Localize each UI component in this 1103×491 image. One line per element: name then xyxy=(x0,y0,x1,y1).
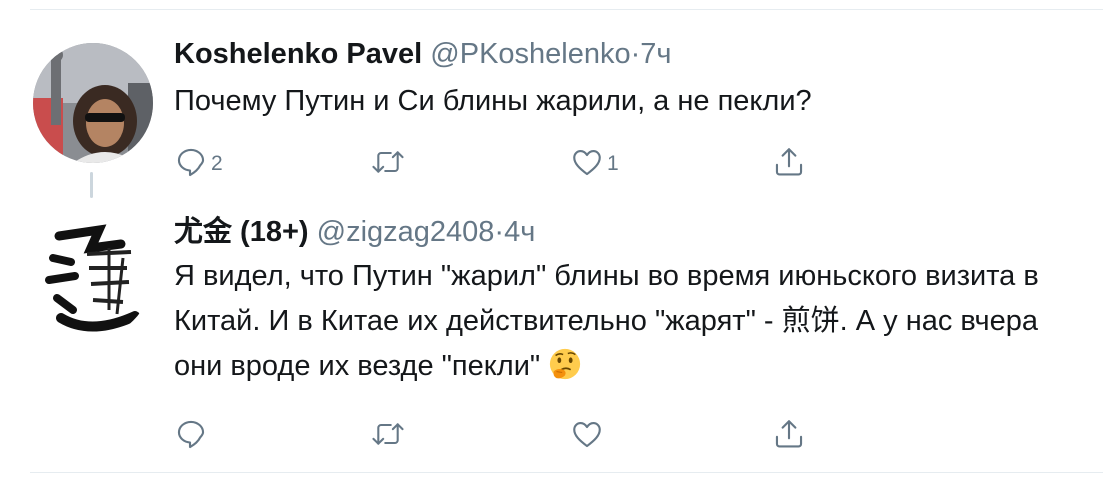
top-divider xyxy=(30,9,1103,10)
like-icon xyxy=(570,417,604,451)
author-name[interactable]: 尤金 (18+) xyxy=(174,216,309,248)
like-button[interactable]: 1 xyxy=(570,142,619,182)
author-name[interactable]: Koshelenko Pavel xyxy=(174,38,422,70)
tweet-text: Почему Путин и Си блины жарили, а не пек… xyxy=(174,85,812,117)
reply-button[interactable]: 2 xyxy=(174,142,223,182)
retweet-button[interactable] xyxy=(370,142,409,182)
tweet-text: Я видел, что Путин "жарил" блины во врем… xyxy=(174,260,1039,382)
tweet-time[interactable]: 4ч xyxy=(504,216,535,248)
share-button[interactable] xyxy=(772,142,806,182)
retweet-icon xyxy=(370,417,406,451)
tweet-header: Koshelenko Pavel @PKoshelenko·7ч xyxy=(174,32,1083,76)
reply-button[interactable] xyxy=(174,414,211,454)
reply-icon xyxy=(174,417,208,451)
tweet-text-block: Я видел, что Путин "жарил" блины во врем… xyxy=(174,254,1083,395)
thread-connector-line xyxy=(90,172,93,198)
author-handle[interactable]: @zigzag2408 xyxy=(317,216,495,248)
bottom-divider xyxy=(30,472,1103,473)
separator-dot: · xyxy=(630,38,641,70)
retweet-icon xyxy=(370,145,406,179)
tweet-time[interactable]: 7ч xyxy=(640,38,671,70)
tweet-1[interactable]: Koshelenko Pavel @PKoshelenko·7ч Почему … xyxy=(174,32,1083,177)
share-button[interactable] xyxy=(772,414,806,454)
tweet-actions: 2 1 xyxy=(174,142,814,182)
retweet-button[interactable] xyxy=(370,414,409,454)
author-handle[interactable]: @PKoshelenko xyxy=(430,38,630,70)
like-count: 1 xyxy=(607,152,619,175)
separator-dot: · xyxy=(494,216,505,248)
reply-icon xyxy=(174,145,208,179)
like-icon xyxy=(570,145,604,179)
tweet-header: 尤金 (18+) @zigzag2408·4ч xyxy=(174,210,1083,254)
tweet-actions xyxy=(174,414,814,454)
avatar-zigzag[interactable] xyxy=(31,218,151,338)
tweet-2[interactable]: 尤金 (18+) @zigzag2408·4ч Я видел, что Пут… xyxy=(174,210,1083,449)
share-icon xyxy=(772,417,806,451)
share-icon xyxy=(772,145,806,179)
avatar-koshelenko[interactable] xyxy=(33,43,153,163)
like-button[interactable] xyxy=(570,414,607,454)
thinking-face-emoji xyxy=(548,347,582,395)
reply-count: 2 xyxy=(211,152,223,175)
